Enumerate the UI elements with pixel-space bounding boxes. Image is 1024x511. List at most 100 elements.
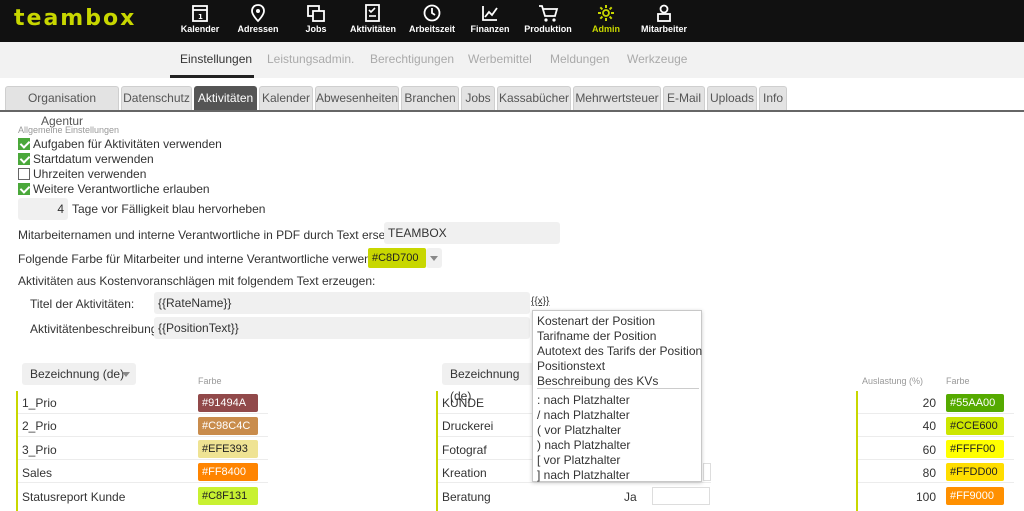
replace-text-input[interactable]: TEAMBOX — [384, 222, 560, 244]
popup-item[interactable]: ) nach Platzhalter — [537, 438, 630, 452]
list1-row-color[interactable]: #C98C4C — [198, 417, 258, 435]
list1-row-color[interactable]: #91494A — [198, 394, 258, 412]
title-input[interactable]: {{RateName}} — [154, 292, 530, 314]
section-label: Allgemeine Einstellungen — [18, 125, 120, 135]
list2-row-color-empty[interactable] — [652, 487, 710, 505]
tab-branchen[interactable]: Branchen — [401, 86, 459, 110]
tab-uploads[interactable]: Uploads — [707, 86, 757, 110]
nav-mitarbeiter[interactable]: Mitarbeiter — [638, 0, 690, 42]
check-label: Startdatum verwenden — [33, 152, 154, 166]
days-input[interactable]: 4 — [18, 198, 68, 220]
tab-email[interactable]: E-Mail — [663, 86, 705, 110]
list2-accent-bar — [436, 391, 438, 511]
nav-admin[interactable]: Admin — [590, 0, 622, 42]
popup-item[interactable]: ] nach Platzhalter — [537, 468, 630, 482]
list2-sort-select[interactable]: Bezeichnung (de) — [442, 363, 538, 403]
nav-label: Produktion — [524, 24, 572, 34]
nav-produktion[interactable]: Produktion — [522, 0, 574, 42]
placeholder-dropdown: Kostenart der Position Tarifname der Pos… — [532, 310, 702, 482]
list1-row-color[interactable]: #EFE393 — [198, 440, 258, 458]
folders-icon — [307, 5, 325, 22]
placeholder-insert-link[interactable]: {{x}} — [531, 296, 549, 307]
check-label: Weitere Verantwortliche erlauben — [33, 182, 210, 196]
list3-row-color[interactable]: #CCE600 — [946, 417, 1004, 435]
list2-row-label[interactable]: Beratung — [442, 490, 491, 504]
nav-kalender[interactable]: 1 Kalender — [180, 0, 220, 42]
list3-row-color[interactable]: #FFFF00 — [946, 440, 1004, 458]
list3-row-load[interactable]: 80 — [896, 466, 936, 480]
nav-jobs[interactable]: Jobs — [300, 0, 332, 42]
generate-label: Aktivitäten aus Kostenvoranschlägen mit … — [18, 274, 376, 288]
popup-item[interactable]: : nach Platzhalter — [537, 393, 630, 407]
tab-mehrwertsteuer[interactable]: Mehrwertsteuer — [573, 86, 661, 110]
checkbox-checked-icon[interactable] — [18, 183, 30, 195]
nav-arbeitszeit[interactable]: Arbeitszeit — [406, 0, 458, 42]
list3-row-load[interactable]: 60 — [896, 443, 936, 457]
popup-item[interactable]: Autotext des Tarifs der Position — [537, 344, 702, 358]
list1-row-label[interactable]: Statusreport Kunde — [22, 490, 125, 504]
list3-row-load[interactable]: 100 — [896, 490, 936, 504]
list1-row-label[interactable]: 3_Prio — [22, 443, 57, 457]
list2-row-label[interactable]: Kreation — [442, 466, 487, 480]
subnav-leistungsadmin[interactable]: Leistungsadmin. — [267, 52, 354, 66]
nav-adressen[interactable]: Adressen — [236, 0, 280, 42]
checkbox-unchecked-icon[interactable] — [18, 168, 30, 180]
list1-col-color: Farbe — [198, 376, 222, 386]
check-uhrzeiten[interactable]: Uhrzeiten verwenden — [18, 167, 146, 181]
list1-row-label[interactable]: 1_Prio — [22, 396, 57, 410]
description-input[interactable]: {{PositionText}} — [154, 317, 530, 339]
list1-row-label[interactable]: Sales — [22, 466, 52, 480]
list3-row-color[interactable]: #FF9000 — [946, 487, 1004, 505]
popup-item[interactable]: Positionstext — [537, 359, 605, 373]
row-divider — [18, 482, 268, 483]
list2-row-label[interactable]: Fotograf — [442, 443, 487, 457]
list2-row-label[interactable]: KUNDE — [442, 396, 484, 410]
popup-item[interactable]: ( vor Platzhalter — [537, 423, 621, 437]
cart-icon — [539, 5, 559, 22]
checkbox-checked-icon[interactable] — [18, 138, 30, 150]
list1-row-color[interactable]: #FF8400 — [198, 463, 258, 481]
color-label: Folgende Farbe für Mitarbeiter und inter… — [18, 252, 391, 266]
chevron-down-icon — [122, 372, 130, 377]
clock-icon — [423, 4, 441, 22]
subnav-meldungen[interactable]: Meldungen — [550, 52, 609, 66]
tab-kalender[interactable]: Kalender — [259, 86, 313, 110]
list1-row-label[interactable]: 2_Prio — [22, 419, 57, 433]
list3-row-color[interactable]: #55AA00 — [946, 394, 1004, 412]
subnav-berechtigungen[interactable]: Berechtigungen — [370, 52, 454, 66]
check-verantwortliche[interactable]: Weitere Verantwortliche erlauben — [18, 182, 210, 196]
popup-item[interactable]: [ vor Platzhalter — [537, 453, 620, 467]
color-select[interactable]: #C8D700 — [368, 248, 426, 268]
subnav-werbemittel[interactable]: Werbemittel — [468, 52, 532, 66]
checkbox-checked-icon[interactable] — [18, 153, 30, 165]
tab-aktivitaeten[interactable]: Aktivitäten — [194, 86, 257, 110]
tab-jobs[interactable]: Jobs — [461, 86, 495, 110]
list2-row-label[interactable]: Druckerei — [442, 419, 493, 433]
popup-item[interactable]: Tarifname der Position — [537, 329, 656, 343]
list1-row-color[interactable]: #C8F131 — [198, 487, 258, 505]
check-aufgaben[interactable]: Aufgaben für Aktivitäten verwenden — [18, 137, 222, 151]
subnav-einstellungen[interactable]: Einstellungen — [180, 52, 252, 66]
list3-row-load[interactable]: 20 — [896, 396, 936, 410]
popup-item[interactable]: / nach Platzhalter — [537, 408, 630, 422]
list3-row-load[interactable]: 40 — [896, 419, 936, 433]
chart-icon — [482, 6, 498, 21]
nav-finanzen[interactable]: Finanzen — [468, 0, 512, 42]
tab-info[interactable]: Info — [759, 86, 787, 110]
list2-row-color-empty[interactable] — [703, 463, 711, 481]
check-startdatum[interactable]: Startdatum verwenden — [18, 152, 154, 166]
tab-datenschutz[interactable]: Datenschutz — [121, 86, 192, 110]
tab-organisation-agentur[interactable]: Organisation Agentur — [5, 86, 119, 128]
popup-item[interactable]: Kostenart der Position — [537, 314, 655, 328]
row-divider — [18, 413, 268, 414]
popup-item[interactable]: Beschreibung des KVs — [537, 374, 658, 388]
list3-row-color[interactable]: #FFDD00 — [946, 463, 1004, 481]
list1-sort-select[interactable]: Bezeichnung (de) — [22, 363, 136, 385]
active-subnav-indicator — [170, 75, 254, 78]
nav-aktivitaeten[interactable]: Aktivitäten — [348, 0, 398, 42]
subnav-werkzeuge[interactable]: Werkzeuge — [627, 52, 687, 66]
tab-kassabuecher[interactable]: Kassabücher — [497, 86, 571, 110]
replace-label: Mitarbeiternamen und interne Verantwortl… — [18, 228, 408, 242]
nav-label: Admin — [592, 24, 620, 34]
tab-abwesenheiten[interactable]: Abwesenheiten — [315, 86, 399, 110]
